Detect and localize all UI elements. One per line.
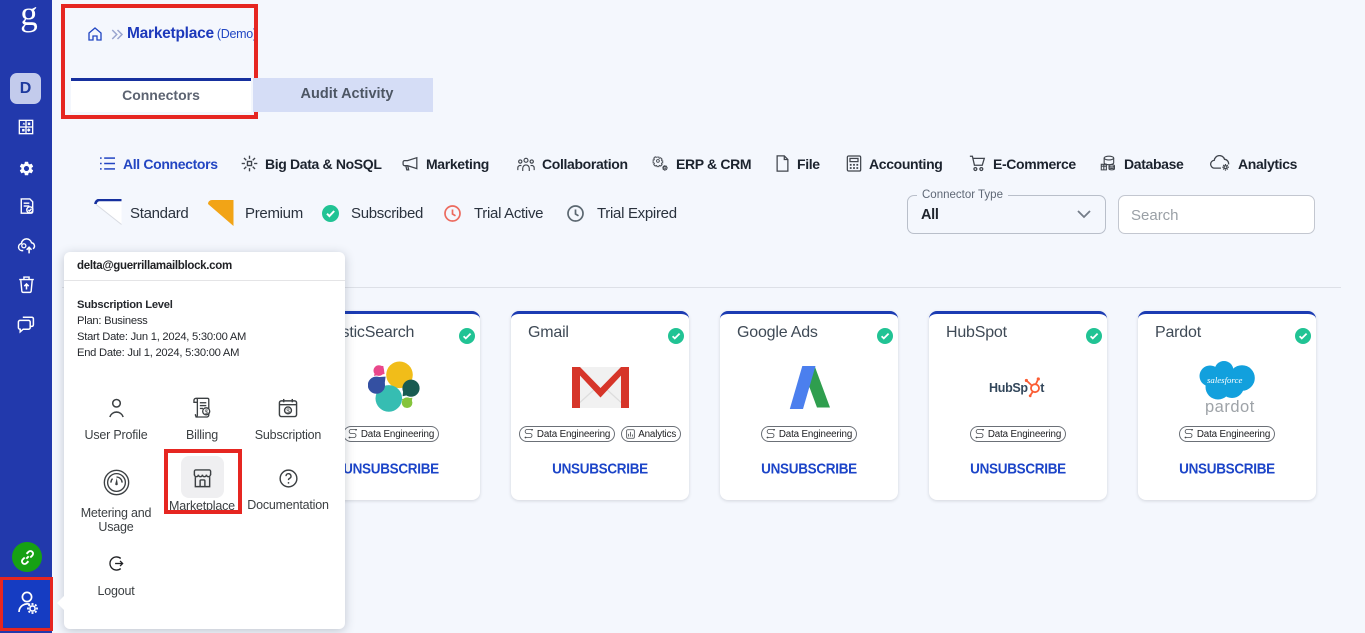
svg-text:$: $	[204, 409, 208, 416]
svg-text:HubSp: HubSp	[989, 381, 1028, 395]
svg-text:salesforce: salesforce	[1207, 375, 1242, 385]
svg-text:pardot: pardot	[1205, 398, 1255, 415]
svg-text:t: t	[1040, 381, 1045, 395]
